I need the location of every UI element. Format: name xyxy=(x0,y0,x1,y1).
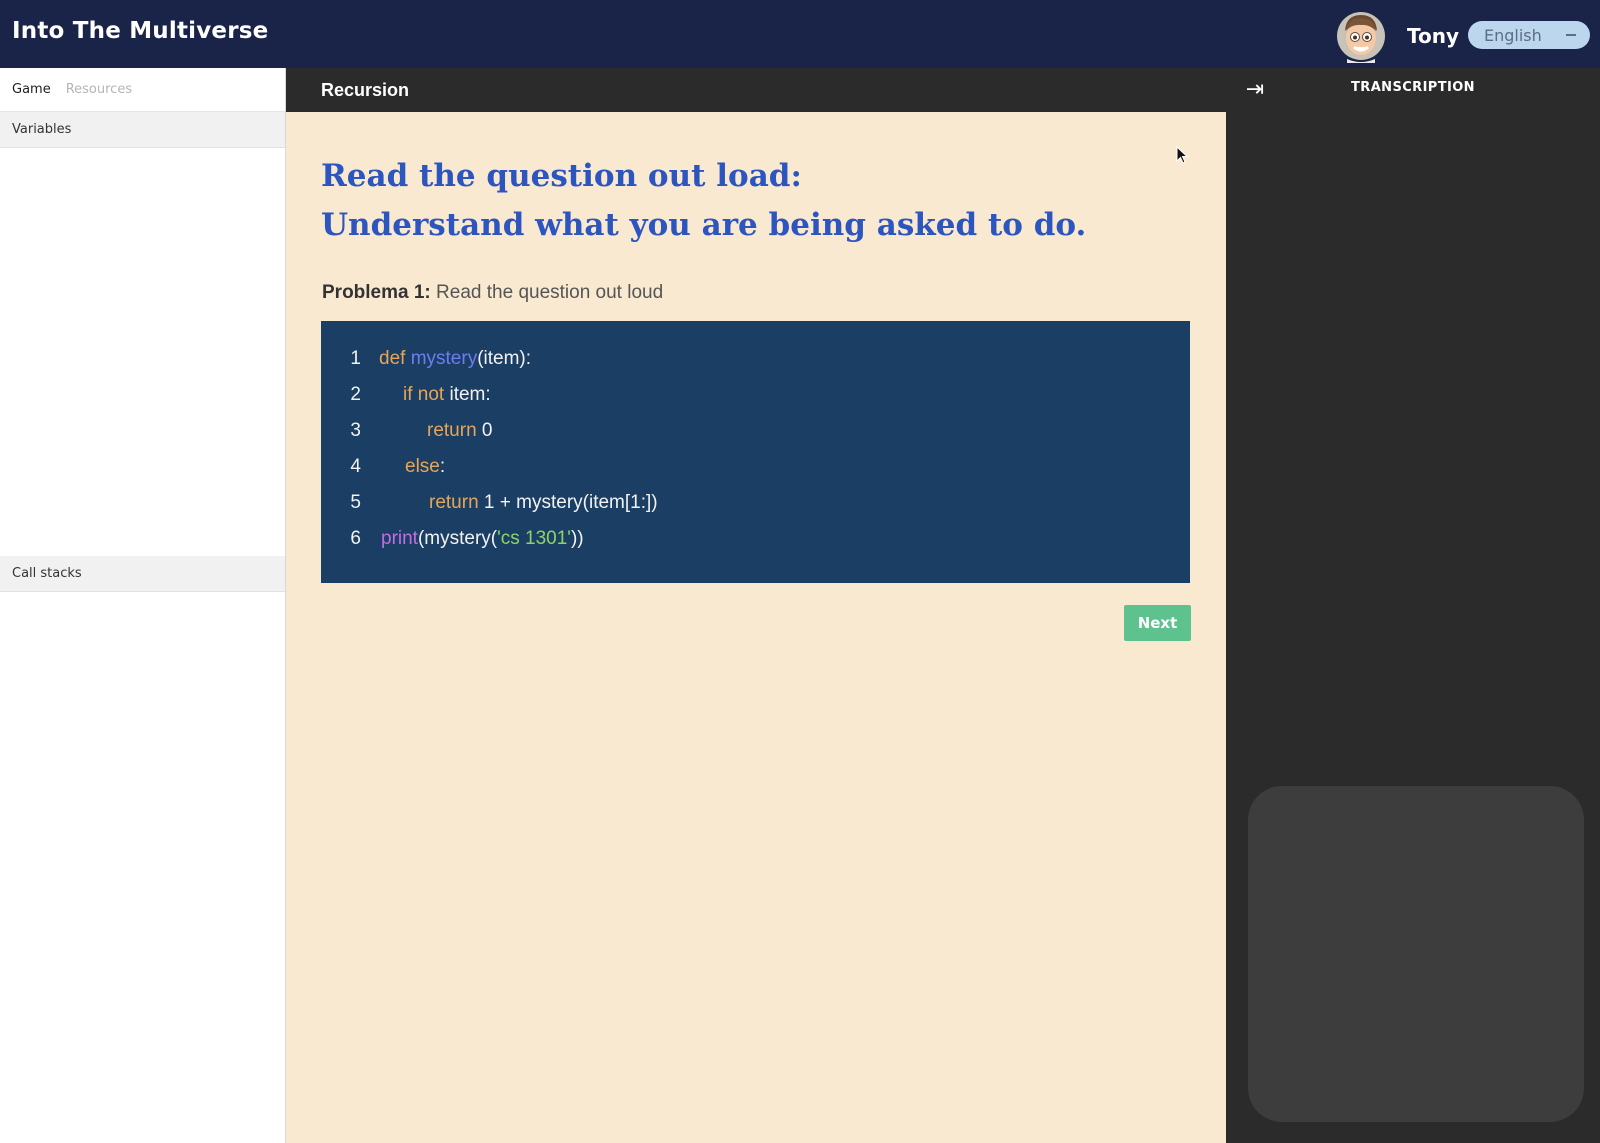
heading-line-1: Read the question out load: xyxy=(321,158,802,194)
transcription-title: TRANSCRIPTION xyxy=(1351,80,1475,95)
section-header: Recursion xyxy=(286,68,1226,112)
code-string: 'cs 1301' xyxy=(497,528,571,549)
code-line: 6 print (mystery( 'cs 1301' )) xyxy=(321,521,1190,557)
section-title: Recursion xyxy=(321,79,410,100)
call-stacks-header: Call stacks xyxy=(0,556,285,592)
code-keyword: def xyxy=(379,348,406,369)
line-number: 3 xyxy=(350,420,361,441)
mouse-cursor-icon xyxy=(1176,146,1188,164)
problem-text: Read the question out loud xyxy=(436,282,664,303)
line-number: 4 xyxy=(350,456,361,477)
code-builtin: print xyxy=(381,528,418,549)
code-text: (mystery( xyxy=(417,528,498,549)
top-bar: Into The Multiverse Tony English xyxy=(0,0,1600,68)
next-button[interactable]: Next xyxy=(1124,605,1191,641)
heading-line-2: Understand what you are being asked to d… xyxy=(321,207,1087,243)
code-line: 5 return 1 + mystery(item[1:]) xyxy=(321,485,1190,521)
tab-game[interactable]: Game xyxy=(12,82,51,97)
tab-resources[interactable]: Resources xyxy=(66,82,132,97)
code-text: 0 xyxy=(476,420,493,441)
code-line: 2 if not item: xyxy=(321,377,1190,413)
variables-label: Variables xyxy=(12,122,72,137)
code-keyword: return xyxy=(427,420,477,441)
problem-label: Problema 1: xyxy=(322,282,431,303)
code-function-name: mystery xyxy=(410,348,478,369)
user-name[interactable]: Tony xyxy=(1407,24,1459,48)
video-feed-panel xyxy=(1248,786,1584,1122)
language-select-value: English xyxy=(1484,25,1542,45)
code-keyword: if not xyxy=(403,384,445,405)
chevron-down-icon xyxy=(1566,34,1576,36)
code-text: )) xyxy=(570,528,584,549)
app-title: Into The Multiverse xyxy=(12,18,269,44)
code-line: 4 else : xyxy=(321,449,1190,485)
code-text: (item): xyxy=(477,348,532,369)
variables-header: Variables xyxy=(0,112,285,148)
code-line: 1 def mystery (item): xyxy=(321,341,1190,377)
call-stacks-label: Call stacks xyxy=(12,566,82,581)
code-keyword: return xyxy=(429,492,479,513)
variables-panel xyxy=(0,148,285,556)
sidebar-tabs: Game Resources xyxy=(0,68,285,112)
line-number: 6 xyxy=(350,528,361,549)
code-text: 1 + mystery(item[1:]) xyxy=(478,492,658,513)
code-line: 3 return 0 xyxy=(321,413,1190,449)
sidebar: Game Resources Variables Call stacks xyxy=(0,68,286,1143)
question-heading: Read the question out load: Understand w… xyxy=(321,152,1201,250)
problem-statement: Problema 1: Read the question out loud xyxy=(322,282,663,304)
avatar[interactable] xyxy=(1336,9,1386,63)
line-number: 5 xyxy=(350,492,361,513)
code-keyword: else xyxy=(405,456,440,477)
main-content: Read the question out load: Understand w… xyxy=(286,112,1226,1143)
code-text: item: xyxy=(444,384,491,405)
code-block: 1 def mystery (item): 2 if not item: 3 r… xyxy=(321,321,1190,583)
line-number: 1 xyxy=(350,348,361,369)
line-number: 2 xyxy=(350,384,361,405)
code-text: : xyxy=(439,456,446,477)
language-select[interactable]: English xyxy=(1468,21,1590,49)
